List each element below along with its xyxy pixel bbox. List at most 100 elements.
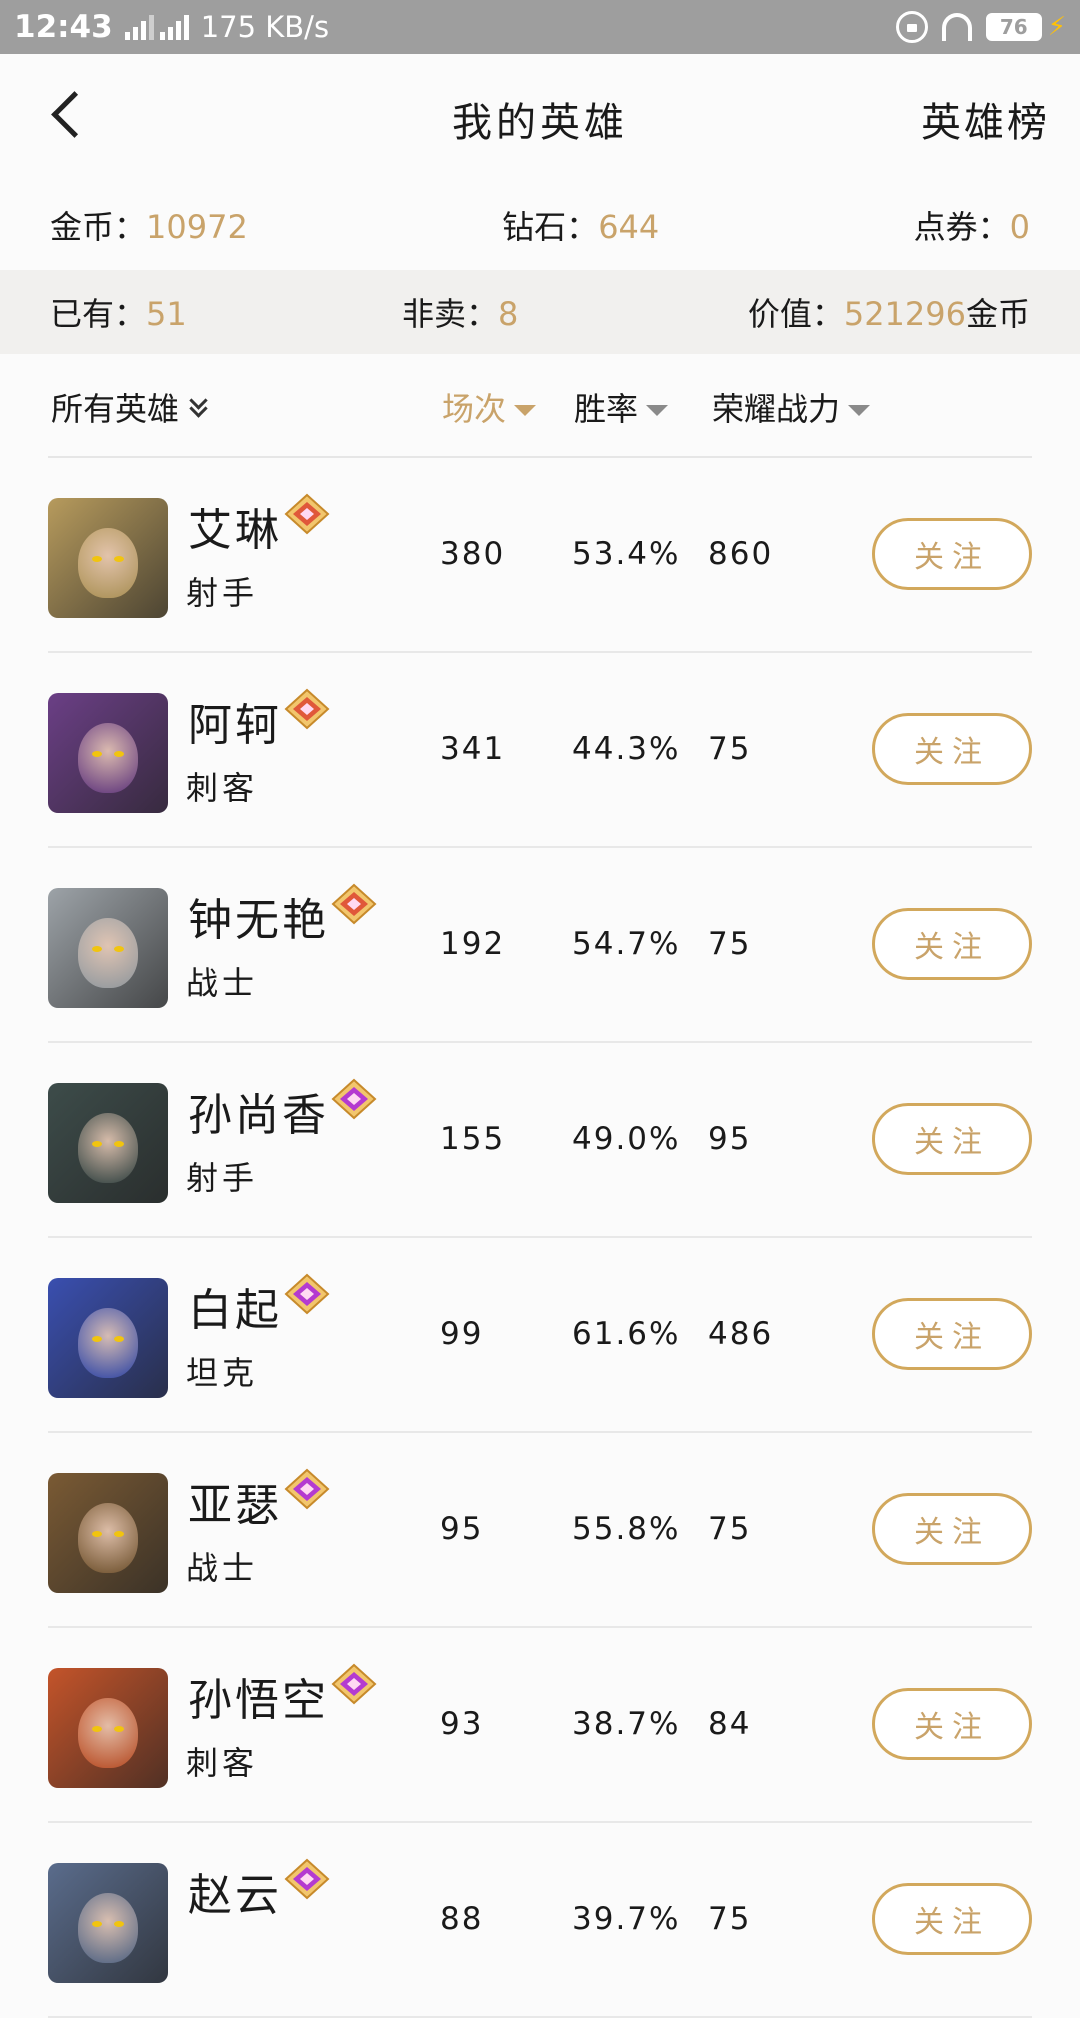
eye-shape — [114, 1531, 124, 1537]
hero-power: 75 — [708, 926, 752, 962]
hero-name-wrap: 钟无艳 — [188, 883, 377, 948]
follow-button[interactable]: 关注 — [872, 713, 1032, 785]
hero-games: 88 — [440, 1901, 484, 1937]
lock-rotation-icon — [895, 11, 928, 43]
sort-down-icon — [848, 404, 871, 416]
app-header: 我的英雄 英雄榜 — [0, 54, 1080, 180]
hero-name: 孙尚香 — [188, 1090, 329, 1141]
filter-all-heroes[interactable]: 所有英雄 — [51, 384, 209, 430]
hero-winrate: 39.7% — [572, 1901, 681, 1937]
hero-row[interactable]: 钟无艳 战士 192 54.7% 75 关注 — [48, 848, 1032, 1043]
hero-summary-row: 已有：51 非卖：8 价值：521296金币 — [0, 270, 1080, 354]
hero-name: 阿轲 — [188, 700, 282, 751]
sort-down-icon — [646, 404, 669, 416]
mastery-badge-icon — [331, 1078, 377, 1120]
hero-games: 155 — [440, 1121, 506, 1157]
follow-button[interactable]: 关注 — [872, 908, 1032, 980]
diamond-label: 钻石： — [502, 208, 599, 246]
hero-ranking-link[interactable]: 英雄榜 — [921, 90, 1050, 148]
eye-shape — [114, 946, 124, 952]
filter-label: 所有英雄 — [51, 390, 180, 428]
hero-avatar[interactable] — [48, 1668, 168, 1788]
hero-avatar[interactable] — [48, 888, 168, 1008]
headphones-icon — [941, 13, 972, 41]
hero-name: 白起 — [188, 1285, 282, 1336]
hero-name: 钟无艳 — [188, 895, 329, 946]
hero-row[interactable]: 艾琳 射手 380 53.4% 860 关注 — [48, 458, 1032, 653]
hero-row[interactable]: 亚瑟 战士 95 55.8% 75 关注 — [48, 1433, 1032, 1628]
hero-portrait-face — [78, 1113, 138, 1183]
notsale-label: 非卖： — [402, 295, 499, 333]
sort-by-games[interactable]: 场次 — [442, 384, 537, 430]
hero-row[interactable]: 白起 坦克 99 61.6% 486 关注 — [48, 1238, 1032, 1433]
mastery-badge-icon — [284, 493, 330, 535]
hero-portrait-face — [78, 918, 138, 988]
battery-level: 76 — [999, 15, 1028, 39]
sort-by-winrate[interactable]: 胜率 — [574, 384, 669, 430]
follow-button[interactable]: 关注 — [872, 518, 1032, 590]
column-header: 所有英雄 场次 胜率 荣耀战力 — [48, 354, 1032, 458]
eye-shape — [114, 556, 124, 562]
hero-name-wrap: 赵云 — [188, 1858, 330, 1923]
hero-row[interactable]: 阿轲 刺客 341 44.3% 75 关注 — [48, 653, 1032, 848]
hero-power: 95 — [708, 1121, 752, 1157]
hero-name-wrap: 孙悟空 — [188, 1663, 377, 1728]
eye-shape — [114, 1921, 124, 1927]
eye-shape — [92, 946, 102, 952]
network-speed: 175 KB/s — [200, 10, 330, 44]
eye-shape — [92, 1336, 102, 1342]
mastery-badge-icon — [284, 688, 330, 730]
hero-games: 99 — [440, 1316, 484, 1352]
sort-power-label: 荣耀战力 — [712, 390, 841, 428]
hero-power: 860 — [708, 536, 774, 572]
signal-4g-icon — [159, 14, 189, 40]
eye-shape — [92, 1726, 102, 1732]
eye-shape — [92, 1531, 102, 1537]
hero-name: 艾琳 — [188, 505, 282, 556]
hero-role: 战士 — [186, 964, 259, 1002]
follow-button[interactable]: 关注 — [872, 1298, 1032, 1370]
hero-winrate: 54.7% — [572, 926, 681, 962]
eye-shape — [92, 1921, 102, 1927]
hero-name-wrap: 白起 — [188, 1273, 330, 1338]
hero-row[interactable]: 孙悟空 刺客 93 38.7% 84 关注 — [48, 1628, 1032, 1823]
hero-games: 380 — [440, 536, 506, 572]
hero-avatar[interactable] — [48, 498, 168, 618]
hero-portrait-face — [78, 1308, 138, 1378]
worth-unit: 金币 — [965, 295, 1030, 333]
hero-avatar[interactable] — [48, 1863, 168, 1983]
hero-avatar[interactable] — [48, 1278, 168, 1398]
hero-power: 84 — [708, 1706, 752, 1742]
hero-avatar[interactable] — [48, 693, 168, 813]
follow-button[interactable]: 关注 — [872, 1883, 1032, 1955]
total-worth: 价值：521296金币 — [748, 289, 1030, 335]
owned-count: 已有：51 — [50, 289, 402, 335]
hero-name-wrap: 艾琳 — [188, 493, 330, 558]
mastery-badge-icon — [284, 1858, 330, 1900]
sort-by-power[interactable]: 荣耀战力 — [712, 384, 871, 430]
hero-name-wrap: 亚瑟 — [188, 1468, 330, 1533]
hero-portrait-face — [78, 1503, 138, 1573]
status-bar: 12:43 175 KB/s 76 ⚡ — [0, 0, 1080, 54]
hero-role: 刺客 — [186, 769, 259, 807]
hero-role: 刺客 — [186, 1744, 259, 1782]
eye-shape — [114, 751, 124, 757]
follow-button[interactable]: 关注 — [872, 1103, 1032, 1175]
hero-list: 艾琳 射手 380 53.4% 860 关注 阿轲 刺客 341 44.3% 7… — [48, 458, 1032, 2018]
follow-button[interactable]: 关注 — [872, 1493, 1032, 1565]
eye-shape — [92, 556, 102, 562]
hero-power: 75 — [708, 1901, 752, 1937]
worth-label: 价值： — [747, 295, 844, 333]
hero-portrait-face — [78, 1893, 138, 1963]
hero-row[interactable]: 赵云 88 39.7% 75 关注 — [48, 1823, 1032, 2018]
notsale-value: 8 — [498, 295, 519, 333]
hero-avatar[interactable] — [48, 1473, 168, 1593]
hero-power: 75 — [708, 731, 752, 767]
hero-games: 93 — [440, 1706, 484, 1742]
gold-label: 金币： — [50, 208, 147, 246]
hero-row[interactable]: 孙尚香 射手 155 49.0% 95 关注 — [48, 1043, 1032, 1238]
hero-avatar[interactable] — [48, 1083, 168, 1203]
hero-role: 坦克 — [186, 1354, 259, 1392]
follow-button[interactable]: 关注 — [872, 1688, 1032, 1760]
hero-role: 射手 — [186, 1159, 259, 1197]
